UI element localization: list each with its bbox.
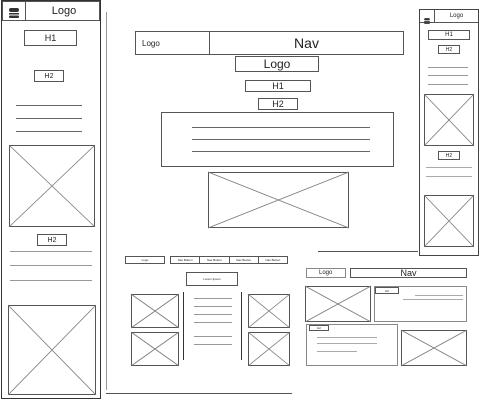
text-line <box>194 322 232 323</box>
nav-button[interactable]: Nav Button <box>170 256 201 264</box>
heading-h2: H2 <box>438 151 460 160</box>
text-line <box>317 351 357 352</box>
mobile-header-bar: Logo <box>2 1 100 21</box>
header-divider <box>25 2 26 20</box>
logo[interactable]: Logo <box>27 2 101 20</box>
nav-button-group: Nav Button Nav Button Nav Button Nav But… <box>170 256 288 264</box>
text-line <box>415 295 463 296</box>
frame-edge <box>106 12 107 390</box>
text-block <box>161 112 394 167</box>
column-divider <box>183 292 184 360</box>
center-label: Lorem Ipsum <box>186 272 238 286</box>
mobile-wireframe-left: Logo H1 H2 H2 <box>1 0 101 399</box>
heading-h1: H1 <box>245 80 311 92</box>
nav[interactable]: Nav <box>350 268 467 278</box>
text-line <box>428 67 468 68</box>
image-placeholder-icon <box>247 293 291 329</box>
card-label: H2 <box>309 325 329 331</box>
logo-center[interactable]: Logo <box>235 56 319 72</box>
text-line <box>16 105 82 106</box>
logo[interactable]: Logo <box>125 256 165 264</box>
text-line <box>428 84 468 85</box>
image-placeholder-icon <box>423 93 475 147</box>
content-card: H2 <box>374 286 467 322</box>
card-label: H2 <box>375 287 399 294</box>
text-line <box>192 127 370 128</box>
text-line <box>194 306 232 307</box>
frame-edge <box>318 251 418 252</box>
text-line <box>426 176 472 177</box>
image-placeholder-icon <box>423 194 475 248</box>
hamburger-menu-icon[interactable] <box>423 12 431 24</box>
text-line <box>317 343 377 344</box>
text-line <box>194 298 232 299</box>
text-line <box>192 151 370 152</box>
text-line <box>16 118 82 119</box>
text-line <box>194 344 232 345</box>
hamburger-menu-icon[interactable] <box>7 6 21 18</box>
column-divider <box>241 292 242 360</box>
heading-h2: H2 <box>438 45 460 54</box>
logo[interactable]: Logo <box>319 269 345 277</box>
nav-button[interactable]: Nav Button <box>229 256 259 264</box>
image-placeholder-icon <box>207 171 350 229</box>
text-line <box>16 131 82 132</box>
desktop-header-logo: Logo <box>306 268 346 278</box>
heading-h2: H2 <box>258 98 298 110</box>
mobile-header-bar: Logo <box>420 10 478 24</box>
heading-h2: H2 <box>37 234 67 246</box>
heading-h2: H2 <box>34 70 64 82</box>
text-line <box>192 139 370 140</box>
heading-h1: H1 <box>428 30 470 40</box>
text-line <box>10 265 92 266</box>
text-line <box>10 280 92 281</box>
text-line <box>403 299 463 300</box>
frame-edge <box>106 393 292 394</box>
nav[interactable]: Nav <box>210 32 403 54</box>
image-placeholder-icon <box>130 293 180 329</box>
heading-h1: H1 <box>24 30 77 46</box>
nav-button[interactable]: Nav Button <box>258 256 288 264</box>
text-line <box>428 75 468 76</box>
image-placeholder-icon <box>7 304 97 396</box>
text-line <box>317 337 377 338</box>
text-line <box>10 251 92 252</box>
logo[interactable]: Logo <box>142 32 208 54</box>
nav-button[interactable]: Nav Button <box>200 256 230 264</box>
image-placeholder-icon <box>8 144 96 228</box>
logo[interactable]: Logo <box>435 10 478 22</box>
content-card: H2 <box>306 324 398 366</box>
image-placeholder-icon <box>247 331 291 367</box>
image-placeholder-icon <box>304 285 372 323</box>
desktop-header-bar: Logo Nav <box>135 31 404 55</box>
text-line <box>194 314 232 315</box>
image-placeholder-icon <box>130 331 180 367</box>
text-line <box>426 167 472 168</box>
mobile-wireframe-right: Logo H1 H2 H2 <box>419 9 479 256</box>
image-placeholder-icon <box>400 329 468 367</box>
text-line <box>194 336 232 337</box>
